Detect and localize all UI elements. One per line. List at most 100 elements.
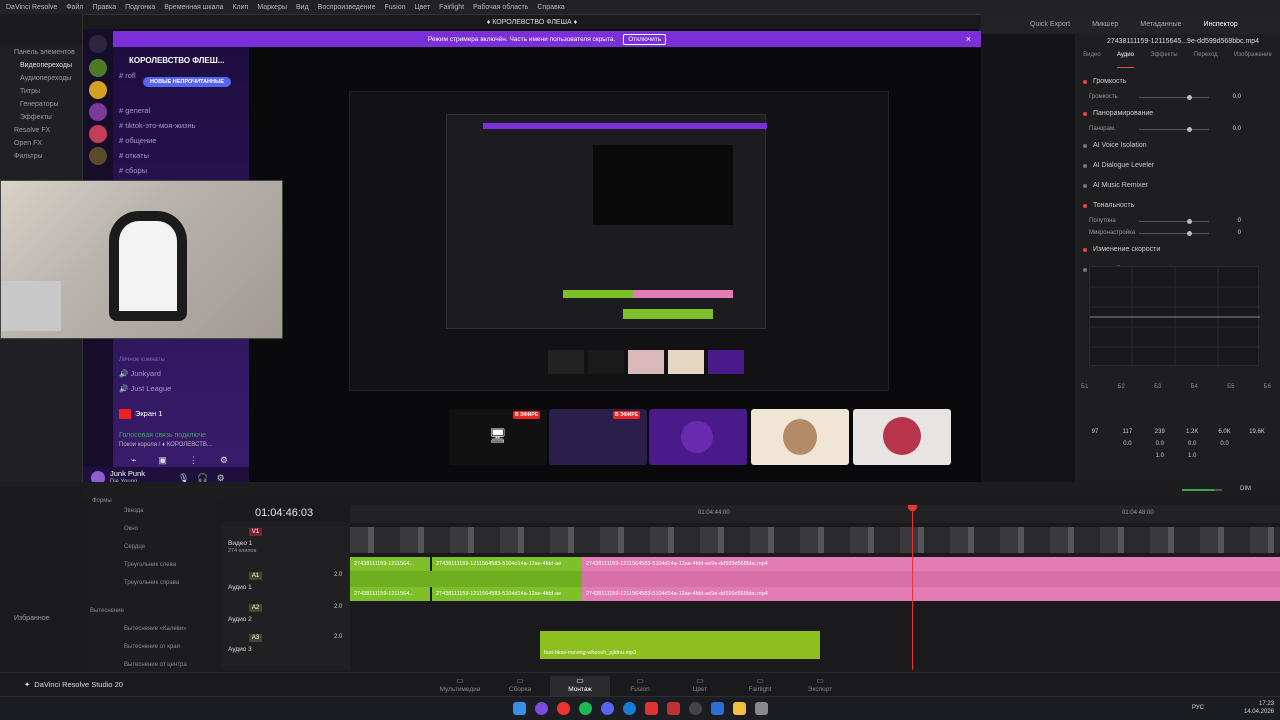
menu-item[interactable]: Рабочая область — [473, 4, 528, 11]
fx-item-open-fx[interactable]: Open FX — [0, 137, 82, 150]
server-name[interactable]: КОРОЛЕВСТВО ФЛЕШ... — [129, 56, 224, 65]
page-tab[interactable]: ▭ Монтаж — [550, 676, 610, 696]
close-icon[interactable]: × — [966, 34, 971, 44]
eq-value[interactable]: 0.0 — [1178, 441, 1206, 447]
new-unread-pill[interactable]: НОВЫЕ НЕПРОЧИТАННЫЕ — [143, 77, 231, 87]
server-icon[interactable] — [89, 59, 107, 77]
video-clips[interactable] — [350, 527, 1280, 553]
menu-item[interactable]: Fusion — [384, 4, 405, 11]
eq-value[interactable] — [1081, 453, 1109, 459]
list-item[interactable]: Окно — [124, 526, 138, 532]
dim-button[interactable]: DIM — [1240, 486, 1251, 492]
server-icon[interactable] — [89, 147, 107, 165]
timecode[interactable]: 01:04:46:03 — [255, 507, 313, 519]
fx-item-generators[interactable]: Генераторы — [0, 98, 82, 111]
eq-value[interactable] — [1081, 441, 1109, 447]
enable-toggle-icon[interactable] — [1083, 247, 1087, 252]
list-item[interactable]: Вытеснение «Калеви» — [124, 626, 187, 632]
menu-item[interactable]: Воспроизведение — [318, 4, 376, 11]
timeline-tracks[interactable]: 01:04:44:00 01:04:48:00 27438111159-1211… — [350, 505, 1280, 672]
eq-band-label[interactable]: Б4 — [1191, 384, 1198, 390]
param-slider[interactable] — [1139, 127, 1209, 132]
start-icon[interactable] — [513, 702, 526, 715]
eq-value[interactable]: 1.0 — [1146, 453, 1174, 459]
param-slider[interactable] — [1139, 231, 1209, 236]
menu-item[interactable]: Правка — [92, 4, 116, 11]
eq-band-label[interactable]: Б2 — [1118, 384, 1125, 390]
eq-value[interactable]: 117 — [1113, 429, 1141, 435]
menu-item[interactable]: Временная шкала — [164, 4, 223, 11]
shared-screen[interactable] — [349, 91, 889, 391]
voice-channel[interactable]: 🔊 Junkyard — [119, 369, 161, 378]
eq-band-label[interactable]: Б3 — [1154, 384, 1161, 390]
tab-transition[interactable]: Переход — [1194, 52, 1218, 68]
disable-streamer-button[interactable]: Отключить — [623, 33, 667, 45]
language-indicator[interactable]: РУС — [1192, 705, 1204, 711]
page-tab[interactable]: ▭ Сборка — [490, 676, 550, 693]
server-icon[interactable] — [89, 103, 107, 121]
channel-item[interactable]: # сборы — [119, 166, 147, 175]
page-tab[interactable]: ▭ Fairlight — [730, 676, 790, 693]
menu-item[interactable]: Вид — [296, 4, 309, 11]
page-tab[interactable]: ▭ Экспорт — [790, 676, 850, 693]
quick-export-button[interactable]: Quick Export — [1030, 21, 1070, 28]
tab-image[interactable]: Изображение — [1234, 52, 1272, 68]
enable-toggle-icon[interactable] — [1083, 111, 1087, 116]
track-header-v1[interactable]: V1 Видео 1 274 клипов — [222, 526, 350, 570]
menu-item[interactable]: Цвет — [414, 4, 430, 11]
spotify-icon[interactable] — [579, 702, 592, 715]
clip[interactable]: 27438111159-1211564583-5104d14a-12ae-4fd… — [582, 557, 1280, 571]
enable-toggle-icon[interactable] — [1083, 163, 1087, 168]
inspector-button[interactable]: Инспектор — [1204, 21, 1238, 28]
app-icon[interactable] — [711, 702, 724, 715]
page-tab[interactable]: ▭ Цвет — [670, 676, 730, 693]
sfx-clip[interactable]: fast-blow-moving-whoosh_pjldnu.mp3 — [540, 631, 820, 659]
section-header[interactable]: Личное комнаты — [119, 357, 165, 363]
eq-value[interactable] — [1211, 453, 1239, 459]
eq-band-label[interactable]: Б6 — [1264, 384, 1271, 390]
param-value[interactable]: 0.0 — [1233, 126, 1241, 132]
menu-item[interactable]: Fairlight — [439, 4, 464, 11]
fx-item-resolve-fx[interactable]: Resolve FX — [0, 124, 82, 137]
edge-icon[interactable] — [623, 702, 636, 715]
playhead[interactable] — [912, 505, 913, 670]
eq-value[interactable]: 97 — [1081, 429, 1109, 435]
app-icon[interactable] — [645, 702, 658, 715]
track-header-a3[interactable]: A3 Аудио 3 2.0 — [222, 632, 350, 662]
clip[interactable]: 27438111159-1211564583-5104d14a-12ae-4fd… — [432, 557, 582, 571]
eq-value[interactable]: 1.0 — [1178, 453, 1206, 459]
eq-value[interactable]: 0.0 — [1211, 441, 1239, 447]
home-icon[interactable] — [89, 35, 107, 53]
eq-graph[interactable] — [1089, 266, 1260, 367]
inspector-param[interactable]: Полутона 0 — [1089, 218, 1269, 224]
list-item[interactable]: Вытеснение от центра — [124, 662, 187, 668]
enable-toggle-icon[interactable] — [1083, 203, 1087, 208]
inspector-section[interactable]: Панорамирование — [1083, 110, 1268, 117]
fx-item-effects[interactable]: Эффекты — [0, 111, 82, 124]
tab-audio[interactable]: Аудио — [1117, 52, 1134, 68]
stream-tile[interactable] — [751, 409, 849, 465]
inspector-section[interactable]: AI Music Remixer — [1083, 182, 1268, 189]
list-item[interactable]: Треугольник слева — [124, 562, 176, 568]
fx-item-audio-transitions[interactable]: Аудиопереходы — [0, 72, 82, 85]
tab-video[interactable]: Видео — [1083, 52, 1101, 68]
audio-waveform[interactable] — [582, 571, 1280, 587]
server-icon[interactable] — [89, 125, 107, 143]
eq-value[interactable]: 6.0K — [1211, 429, 1239, 435]
menu-item[interactable]: Клип — [232, 4, 248, 11]
eq-value[interactable]: 1.2K — [1178, 429, 1206, 435]
inspector-param[interactable]: Микронастройка 0 — [1089, 230, 1269, 236]
voice-channel[interactable]: 🔊 Just League — [119, 384, 171, 393]
param-slider[interactable] — [1139, 219, 1209, 224]
clock[interactable]: 17:23 14.04.2026 — [1244, 700, 1274, 716]
inspector-param[interactable]: Панорам. 0.0 — [1089, 126, 1269, 132]
fx-item-video-transitions[interactable]: Видеопереходы — [0, 59, 82, 72]
track-header-a2[interactable]: A2 Аудио 2 2.0 — [222, 602, 350, 632]
list-item[interactable]: Вытеснение от края — [124, 644, 180, 650]
tab-effects[interactable]: Эффекты — [1150, 52, 1177, 68]
stream-tile[interactable]: В ЭФИРЕ — [613, 409, 747, 465]
fx-item-titles[interactable]: Титры — [0, 85, 82, 98]
enable-toggle-icon[interactable] — [1083, 79, 1087, 84]
favorites-label[interactable]: Избранное — [0, 612, 49, 625]
enable-toggle-icon[interactable] — [1083, 183, 1087, 188]
